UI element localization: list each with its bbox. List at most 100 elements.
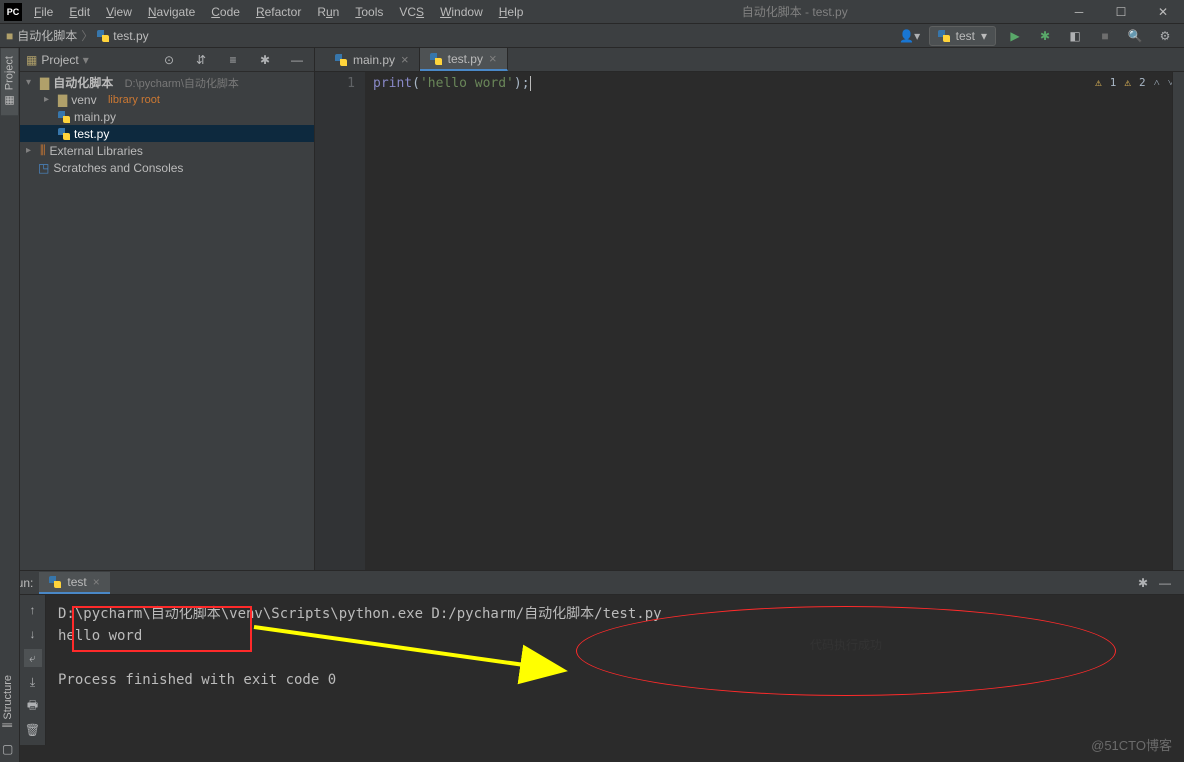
project-panel-header: ▦ Project ▾ ⊙ ⇵ ≡ ✱ — [20, 48, 314, 72]
project-panel-title: Project [41, 53, 78, 67]
print-icon[interactable]: 🖶 [24, 697, 42, 715]
scroll-to-end-icon[interactable]: ⤓ [24, 673, 42, 691]
menu-help[interactable]: Help [491, 2, 532, 22]
python-icon [58, 128, 70, 140]
menu-vcs[interactable]: VCS [391, 2, 432, 22]
close-icon[interactable]: × [93, 575, 100, 589]
breadcrumb-root[interactable]: ■ 自动化脚本 [6, 27, 77, 44]
tree-root[interactable]: ▾ ▇ 自动化脚本 D:\pycharm\自动化脚本 [20, 74, 314, 91]
soft-wrap-icon[interactable]: ⤶ [24, 649, 42, 667]
settings-icon[interactable]: ✱ [254, 49, 276, 71]
menu-refactor[interactable]: Refactor [248, 2, 309, 22]
editor-right-gutter [1172, 72, 1184, 570]
folder-icon: ▇ [58, 93, 67, 107]
chevron-right-icon[interactable]: ▸ [44, 94, 54, 105]
breadcrumb-file[interactable]: test.py [97, 29, 148, 43]
settings-icon[interactable]: ✱ [1132, 572, 1154, 594]
menu-code[interactable]: Code [203, 2, 248, 22]
hide-panel-icon[interactable]: — [1154, 572, 1176, 594]
close-icon[interactable]: × [489, 51, 497, 66]
expand-all-icon[interactable]: ⇵ [190, 49, 212, 71]
chevron-right-icon: 〉 [81, 27, 93, 44]
menu-run[interactable]: Run [309, 2, 347, 22]
folder-icon: ■ [6, 29, 13, 43]
debug-button[interactable]: ✱ [1034, 25, 1056, 47]
tree-file-test[interactable]: test.py [20, 125, 314, 142]
menu-navigate[interactable]: Navigate [140, 2, 203, 22]
tree-venv[interactable]: ▸ ▇ venv library root [20, 91, 314, 108]
tree-scratches[interactable]: ◳ Scratches and Consoles [20, 159, 314, 176]
left-bottom-gutter: ⫼ Structure ▢ [0, 570, 20, 762]
python-icon [49, 576, 61, 588]
user-icon[interactable]: 👤▾ [899, 25, 921, 47]
console-command: D:\pycharm\自动化脚本\venv\Scripts\python.exe… [58, 603, 1172, 625]
editor-tab-test[interactable]: test.py × [420, 48, 508, 71]
chevron-down-icon[interactable]: ▾ [26, 77, 36, 88]
close-icon[interactable]: × [401, 52, 409, 67]
project-icon: ▦ [3, 94, 16, 107]
search-everywhere-button[interactable]: 🔍 [1124, 25, 1146, 47]
chevron-right-icon[interactable]: ▸ [26, 145, 36, 156]
stop-button[interactable]: ■ [1094, 25, 1116, 47]
main-layout: ▦ Project ▦ Project ▾ ⊙ ⇵ ≡ ✱ — ▾ ▇ 自动化脚… [0, 48, 1184, 570]
editor-tabs: main.py × test.py × [315, 48, 1184, 72]
run-button[interactable]: ▶ [1004, 25, 1026, 47]
warning-icon: ⚠ [1124, 76, 1131, 89]
warning-icon: ⚠ [1095, 76, 1102, 89]
app-icon: PC [4, 3, 22, 21]
code-area[interactable]: print('hello word'); ⚠1 ⚠2 ˄ ˅ [365, 72, 1184, 570]
menu-edit[interactable]: Edit [61, 2, 98, 22]
console-exit-msg: Process finished with exit code 0 [58, 669, 1172, 691]
run-tool-header: Run: test × ✱ — [0, 571, 1184, 595]
minimize-button[interactable]: ─ [1058, 0, 1100, 24]
chevron-down-icon[interactable]: ▾ [83, 53, 89, 67]
up-icon[interactable]: ↑ [24, 601, 42, 619]
chevron-up-icon[interactable]: ˄ [1154, 76, 1160, 89]
structure-icon: ⫼ [2, 723, 14, 728]
folder-icon: ▇ [40, 76, 49, 90]
breadcrumb: ■ 自动化脚本 〉 test.py [6, 27, 899, 44]
console-stdout: hello word [58, 625, 1172, 647]
collapse-all-icon[interactable]: ≡ [222, 49, 244, 71]
left-tool-gutter: ▦ Project [0, 48, 20, 570]
navigation-bar: ■ 自动化脚本 〉 test.py 👤▾ test ▾ ▶ ✱ ◧ ■ 🔍 ⚙ [0, 24, 1184, 48]
scratches-icon: ◳ [38, 161, 49, 175]
python-icon [430, 53, 442, 65]
maximize-button[interactable]: ☐ [1100, 0, 1142, 24]
run-output-toolbar: ↑ ↓ ⤶ ⤓ 🖶 🗑 [20, 595, 46, 745]
structure-tool-tab[interactable]: ⫼ Structure [0, 671, 16, 732]
console-output[interactable]: D:\pycharm\自动化脚本\venv\Scripts\python.exe… [46, 595, 1184, 745]
menu-file[interactable]: File [26, 2, 61, 22]
folder-icon: ▦ [26, 53, 37, 67]
tree-file-main[interactable]: main.py [20, 108, 314, 125]
watermark: @51CTO博客 [1091, 735, 1172, 754]
editor-area: main.py × test.py × 1 print('hello word'… [315, 48, 1184, 570]
run-tool-body: ▶ ■ ≡ 📌 ↑ ↓ ⤶ ⤓ 🖶 🗑 D:\pycharm\自动化脚本\ven… [0, 595, 1184, 745]
menu-window[interactable]: Window [432, 2, 491, 22]
python-icon [97, 30, 109, 42]
hide-panel-icon[interactable]: — [286, 49, 308, 71]
run-tab[interactable]: test × [39, 572, 109, 594]
project-panel: ▦ Project ▾ ⊙ ⇵ ≡ ✱ — ▾ ▇ 自动化脚本 D:\pycha… [20, 48, 315, 570]
run-config-selector[interactable]: test ▾ [929, 26, 996, 46]
menu-view[interactable]: View [98, 2, 140, 22]
close-button[interactable]: ✕ [1142, 0, 1184, 24]
editor-body[interactable]: 1 print('hello word'); ⚠1 ⚠2 ˄ ˅ [315, 72, 1184, 570]
menu-tools[interactable]: Tools [347, 2, 391, 22]
library-icon: ⫼ [40, 143, 46, 158]
run-coverage-button[interactable]: ◧ [1064, 25, 1086, 47]
window-title: 自动化脚本 - test.py [531, 3, 1058, 20]
python-icon [335, 54, 347, 66]
python-icon [58, 111, 70, 123]
select-opened-file-icon[interactable]: ⊙ [158, 49, 180, 71]
main-menu: File Edit View Navigate Code Refactor Ru… [26, 2, 531, 22]
clear-icon[interactable]: 🗑 [24, 721, 42, 739]
inspection-bar[interactable]: ⚠1 ⚠2 ˄ ˅ [1095, 76, 1174, 89]
settings-button[interactable]: ⚙ [1154, 25, 1176, 47]
down-icon[interactable]: ↓ [24, 625, 42, 643]
tool-windows-icon[interactable]: ▢ [2, 742, 18, 758]
editor-tab-main[interactable]: main.py × [325, 48, 420, 71]
project-tool-tab[interactable]: ▦ Project [1, 48, 18, 115]
title-bar: PC File Edit View Navigate Code Refactor… [0, 0, 1184, 24]
tree-external-libraries[interactable]: ▸ ⫼ External Libraries [20, 142, 314, 159]
